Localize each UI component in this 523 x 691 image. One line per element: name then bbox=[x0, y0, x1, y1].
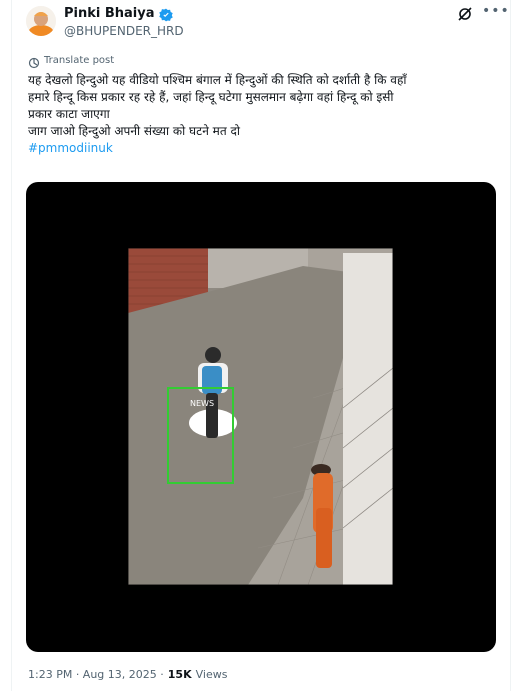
grok-icon[interactable] bbox=[457, 6, 473, 22]
author-display-name[interactable]: Pinki Bhaiya bbox=[64, 6, 155, 21]
post-meta: 1:23 PM · Aug 13, 2025 · 15K Views bbox=[28, 668, 227, 681]
translate-icon bbox=[28, 54, 40, 69]
translate-post-link[interactable]: Translate post bbox=[28, 54, 115, 69]
video-frame: NEWS bbox=[128, 248, 393, 585]
translate-post-label: Translate post bbox=[44, 54, 115, 66]
timestamp[interactable]: 1:23 PM · Aug 13, 2025 · bbox=[28, 668, 164, 681]
views-count: 15K bbox=[167, 668, 192, 681]
hashtag-link[interactable]: #pmmodiinuk bbox=[28, 140, 488, 157]
post-text-line: हमारे हिन्दू किस प्रकार रह रहे हैं, जहां… bbox=[28, 90, 394, 104]
author-handle[interactable]: @BHUPENDER_HRD bbox=[64, 24, 184, 38]
verified-badge-icon bbox=[158, 7, 173, 21]
views-label: Views bbox=[195, 668, 228, 681]
post-text-line: यह देखलो हिन्दुओ यह वीडियो पश्चिम बंगाल … bbox=[28, 73, 407, 87]
avatar[interactable] bbox=[26, 6, 56, 36]
video-player[interactable]: NEWS bbox=[26, 182, 496, 652]
post-text: यह देखलो हिन्दुओ यह वीडियो पश्चिम बंगाल … bbox=[28, 72, 488, 157]
post-text-line: जाग जाओ हिन्दुओ अपनी संख्या को घटने मत द… bbox=[28, 124, 240, 138]
post-text-line: प्रकार काटा जाएगा bbox=[28, 107, 110, 121]
video-watermark: NEWS bbox=[190, 399, 214, 408]
more-options-icon[interactable]: ••• bbox=[482, 4, 509, 20]
